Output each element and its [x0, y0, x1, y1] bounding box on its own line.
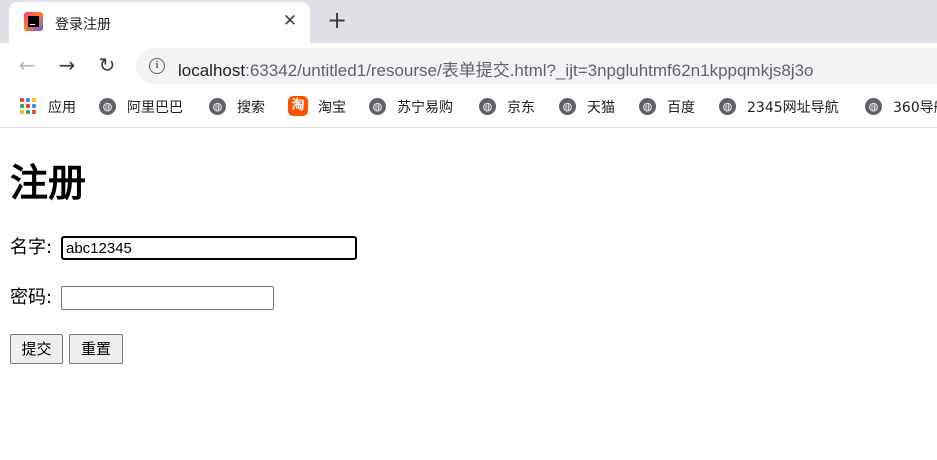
intellij-favicon-icon [24, 12, 43, 31]
url-host: localhost [178, 61, 246, 80]
name-label: 名字: [10, 237, 53, 258]
bookmark-label: 苏宁易购 [397, 100, 453, 116]
address-bar[interactable]: i localhost:63342/untitled1/resourse/表单提… [136, 48, 937, 84]
bookmark-label: 天猫 [587, 100, 615, 116]
name-input[interactable] [61, 236, 357, 260]
bookmark-label: 360导航 [893, 100, 937, 116]
globe-icon: ◍ [639, 98, 656, 115]
tab-title: 登录注册 [55, 17, 111, 33]
taobao-icon: 淘 [288, 96, 308, 116]
password-input[interactable] [61, 286, 274, 310]
url-text[interactable]: localhost:63342/untitled1/resourse/表单提交.… [178, 56, 814, 81]
bookmark-label: 搜索 [237, 100, 265, 116]
bookmark-label: 百度 [667, 100, 695, 116]
browser-toolbar: ← → ↻ i localhost:63342/untitled1/resour… [0, 43, 937, 87]
bookmark-label: 2345网址导航 [747, 100, 839, 116]
bookmark-label: 阿里巴巴 [127, 100, 183, 116]
bookmark-label: 应用 [48, 100, 76, 116]
url-path: :63342/untitled1/resourse/表单提交.html?_ijt… [245, 61, 814, 80]
bookmark-label: 京东 [507, 100, 535, 116]
globe-icon: ◍ [559, 98, 576, 115]
page-title: 注册 [10, 161, 87, 205]
globe-icon: ◍ [99, 98, 116, 115]
new-tab-button[interactable]: + [326, 8, 348, 32]
reset-button[interactable]: 重置 [69, 334, 123, 364]
globe-icon: ◍ [479, 98, 496, 115]
tab-strip: 登录注册 ✕ + [0, 0, 937, 43]
forward-arrow-icon[interactable]: → [55, 53, 79, 77]
apps-grid-icon [20, 98, 37, 115]
bookmark-label: 淘宝 [318, 100, 346, 116]
globe-icon: ◍ [209, 98, 226, 115]
page-content: 注册 名字: 密码: 提交 重置 [0, 128, 937, 460]
bookmarks-bar: 应用 ◍ 阿里巴巴 ◍ 搜索 淘 淘宝 ◍ 苏宁易购 ◍ 京东 ◍ 天猫 ◍ 百… [0, 87, 937, 128]
info-icon[interactable]: i [149, 58, 165, 74]
tab-active[interactable]: 登录注册 ✕ [9, 2, 310, 43]
globe-icon: ◍ [719, 98, 736, 115]
password-label: 密码: [10, 287, 53, 308]
globe-icon: ◍ [865, 98, 882, 115]
reload-icon[interactable]: ↻ [95, 53, 119, 77]
submit-button[interactable]: 提交 [10, 334, 63, 364]
back-arrow-icon[interactable]: ← [15, 53, 39, 77]
close-icon[interactable]: ✕ [281, 12, 299, 30]
globe-icon: ◍ [369, 98, 386, 115]
